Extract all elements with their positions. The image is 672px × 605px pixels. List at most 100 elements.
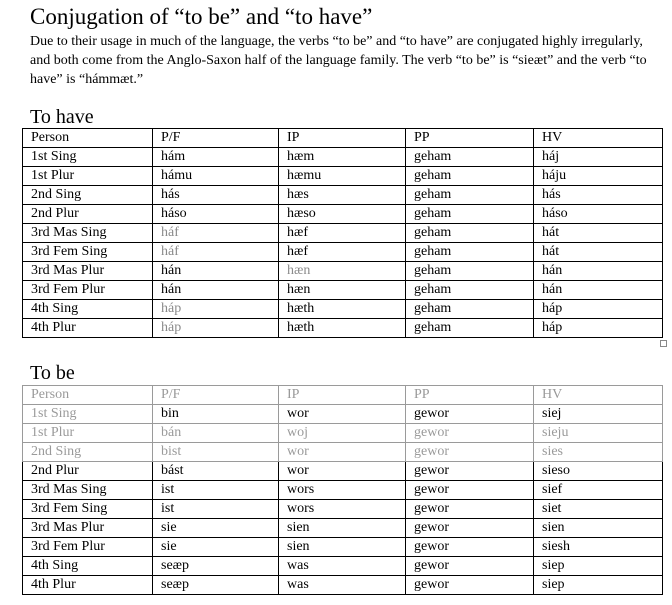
table-cell: geham (405, 280, 534, 300)
table-cell: seæp (152, 575, 279, 595)
table-cell: 4th Plur (22, 575, 153, 595)
table-cell: wor (278, 442, 406, 462)
table-cell: hát (533, 242, 663, 262)
table-row: 3rd Fem Plur sie sien gewor siesh (22, 537, 663, 557)
table-cell: háso (533, 204, 663, 224)
table-cell: ist (152, 480, 279, 500)
table-cell: geham (405, 185, 534, 205)
table-cell: bán (152, 423, 279, 443)
table-cell: 3rd Mas Sing (22, 223, 153, 243)
table-cell: háso (152, 204, 279, 224)
table-cell: gewor (405, 575, 534, 595)
table-cell: sien (533, 518, 663, 538)
table-cell: 2nd Plur (22, 461, 153, 481)
table-cell: gewor (405, 423, 534, 443)
table-row: 2nd Plur háso hæso geham háso (22, 204, 663, 224)
table-cell: siep (533, 575, 663, 595)
table-cell: gewor (405, 499, 534, 519)
table-cell: gewor (405, 480, 534, 500)
table-cell: sief (533, 480, 663, 500)
table-cell: sie (152, 537, 279, 557)
table-cell: háp (533, 318, 663, 338)
table-cell: 3rd Mas Plur (22, 261, 153, 281)
table-cell: hæf (278, 242, 406, 262)
table-cell: sie (152, 518, 279, 538)
table-cell: 3rd Fem Sing (22, 242, 153, 262)
table-cell: 1st Sing (22, 404, 153, 424)
table-cell: hám (152, 147, 279, 167)
to-have-table: Person P/F IP PP HV 1st Sing hám hæm geham háj 1st… (22, 128, 663, 338)
table-cell: siej (533, 404, 663, 424)
table-cell: hæth (278, 318, 406, 338)
table-cell: hæn (278, 261, 406, 281)
table-cell: siep (533, 556, 663, 576)
intro-paragraph: Due to their usage in much of the langua… (30, 34, 647, 87)
table-cell: geham (405, 204, 534, 224)
table-cell: bist (152, 442, 279, 462)
table-cell: wor (278, 404, 406, 424)
table-cell: 2nd Plur (22, 204, 153, 224)
table-cell: háf (152, 242, 279, 262)
table-row: 3rd Mas Plur sie sien gewor sien (22, 518, 663, 538)
table-resize-handle[interactable] (660, 340, 667, 347)
table-cell: hás (152, 185, 279, 205)
table-cell: háju (533, 166, 663, 186)
table-cell: háp (533, 299, 663, 319)
table-cell: 4th Sing (22, 299, 153, 319)
table-row: 4th Sing háp hæth geham háp (22, 299, 663, 319)
table-cell: siesh (533, 537, 663, 557)
column-header: Person (22, 128, 153, 148)
table-cell: hæm (278, 147, 406, 167)
table-cell: woj (278, 423, 406, 443)
table-cell: sien (278, 537, 406, 557)
table-cell: sien (278, 518, 406, 538)
table-cell: geham (405, 318, 534, 338)
table-row: 1st Plur hámu hæmu geham háju (22, 166, 663, 186)
table-row: 3rd Mas Plur hán hæn geham hán (22, 261, 663, 281)
document-title: Conjugation of “to be” and “to have” (30, 4, 373, 29)
table-cell: hæf (278, 223, 406, 243)
table-cell: siet (533, 499, 663, 519)
table-cell: 1st Plur (22, 423, 153, 443)
table-cell: 3rd Fem Plur (22, 280, 153, 300)
section-title-to-have: To have (30, 106, 94, 128)
table-cell: 3rd Mas Plur (22, 518, 153, 538)
table-cell: hæso (278, 204, 406, 224)
table-cell: sies (533, 442, 663, 462)
table-cell: hæn (278, 280, 406, 300)
table-row: 1st Sing bin wor gewor siej (22, 404, 663, 424)
column-header: Person (22, 385, 153, 405)
table-row: 3rd Mas Sing háf hæf geham hát (22, 223, 663, 243)
table-row: 1st Sing hám hæm geham háj (22, 147, 663, 167)
table-cell: 4th Plur (22, 318, 153, 338)
column-header: HV (533, 385, 663, 405)
table-cell: 3rd Fem Plur (22, 537, 153, 557)
table-cell: hán (533, 280, 663, 300)
table-cell: 4th Sing (22, 556, 153, 576)
table-cell: háp (152, 299, 279, 319)
table-cell: seæp (152, 556, 279, 576)
table-row: 3rd Fem Plur hán hæn geham hán (22, 280, 663, 300)
column-header: HV (533, 128, 663, 148)
table-cell: 2nd Sing (22, 185, 153, 205)
table-row: 3rd Mas Sing ist wors gewor sief (22, 480, 663, 500)
table-cell: hæmu (278, 166, 406, 186)
table-cell: hát (533, 223, 663, 243)
table-cell: gewor (405, 537, 534, 557)
table-cell: hán (152, 280, 279, 300)
table-cell: 3rd Fem Sing (22, 499, 153, 519)
table-cell: hæth (278, 299, 406, 319)
table-cell: geham (405, 147, 534, 167)
table-cell: 3rd Mas Sing (22, 480, 153, 500)
table-cell: sieju (533, 423, 663, 443)
table-row: 3rd Fem Sing ist wors gewor siet (22, 499, 663, 519)
column-header: P/F (152, 128, 279, 148)
table-cell: geham (405, 261, 534, 281)
column-header: IP (278, 128, 406, 148)
table-cell: hás (533, 185, 663, 205)
table-cell: wor (278, 461, 406, 481)
table-cell: geham (405, 223, 534, 243)
table-cell: hámu (152, 166, 279, 186)
table-cell: was (278, 575, 406, 595)
table-cell: bást (152, 461, 279, 481)
